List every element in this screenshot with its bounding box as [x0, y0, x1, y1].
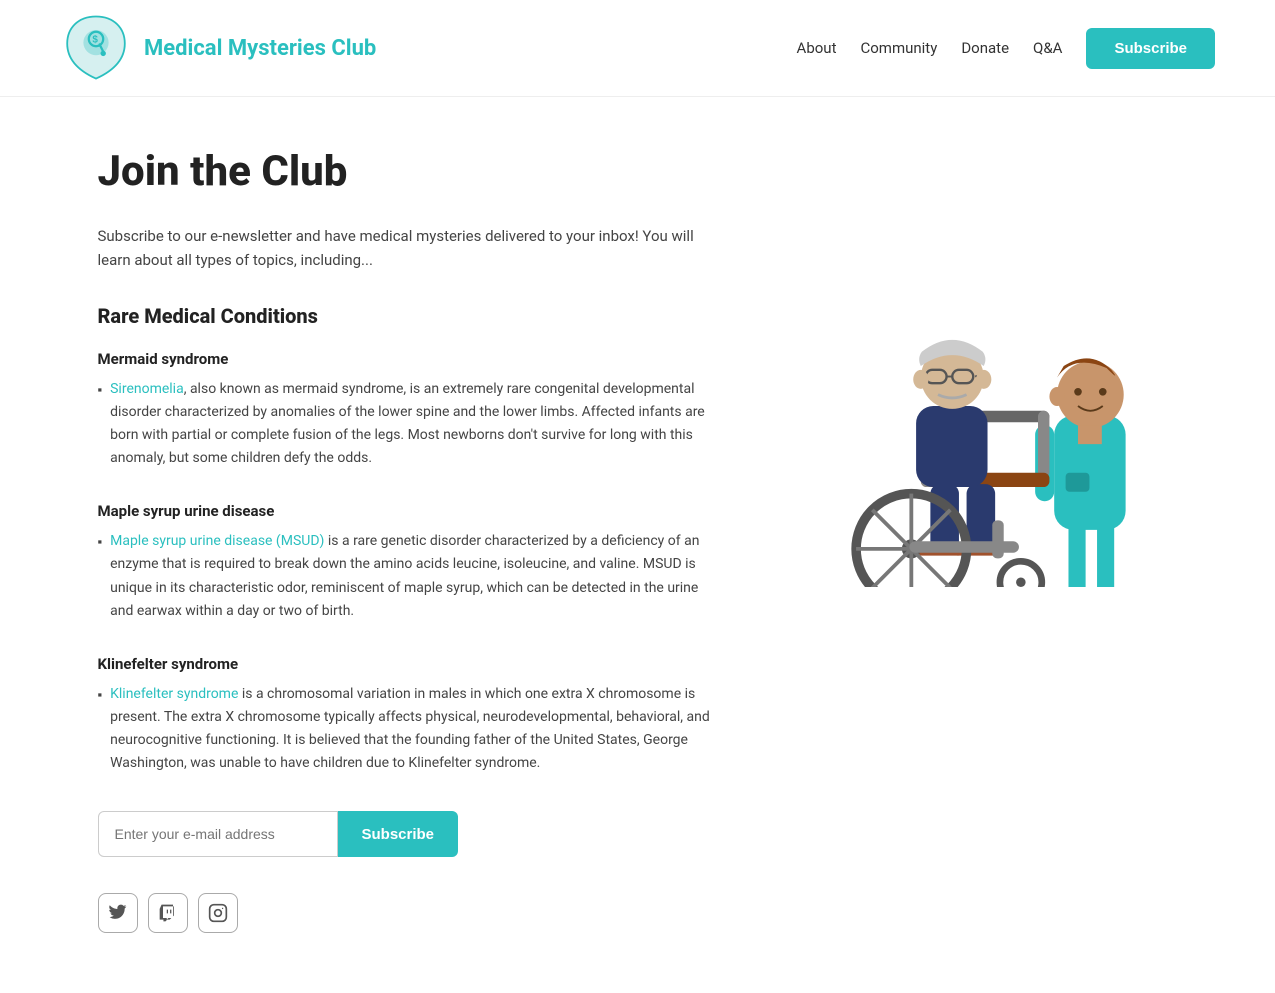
condition-block: Maple syrup urine disease▪Maple syrup ur… [98, 502, 718, 622]
condition-name: Maple syrup urine disease [98, 502, 718, 520]
svg-text:$: $ [92, 35, 98, 46]
bullet-icon: ▪ [98, 685, 103, 775]
nav-about[interactable]: About [797, 39, 837, 57]
twitter-icon [108, 903, 128, 923]
illustration-area [778, 147, 1178, 933]
twitter-button[interactable] [98, 893, 138, 933]
email-subscribe-button[interactable]: Subscribe [338, 811, 459, 857]
twitch-button[interactable] [148, 893, 188, 933]
instagram-button[interactable] [198, 893, 238, 933]
condition-link[interactable]: Klinefelter syndrome [110, 686, 238, 702]
condition-block: Mermaid syndrome ▪Sirenomelia, also known… [98, 350, 718, 470]
condition-name: Klinefelter syndrome [98, 655, 718, 673]
intro-text: Subscribe to our e-newsletter and have m… [98, 224, 718, 272]
bullet-icon: ▪ [98, 532, 103, 622]
section-heading: Rare Medical Conditions [98, 304, 718, 328]
email-input[interactable] [98, 811, 338, 857]
condition-name: Mermaid syndrome [98, 350, 718, 368]
logo-area: $ Medical Mysteries Club [60, 12, 376, 84]
nav-community[interactable]: Community [860, 39, 937, 57]
condition-item: ▪Klinefelter syndrome is a chromosomal v… [98, 683, 718, 775]
main-content: Join the Club Subscribe to our e-newslet… [98, 147, 718, 933]
illustration [778, 187, 1178, 587]
condition-item: ▪Maple syrup urine disease (MSUD) is a r… [98, 530, 718, 622]
nav-donate[interactable]: Donate [961, 39, 1009, 57]
social-icons [98, 893, 718, 933]
condition-text: Sirenomelia, also known as mermaid syndr… [110, 378, 717, 470]
condition-item: ▪Sirenomelia, also known as mermaid synd… [98, 378, 718, 470]
instagram-icon [208, 903, 228, 923]
site-title: Medical Mysteries Club [144, 36, 376, 61]
condition-link[interactable]: Sirenomelia [110, 381, 184, 397]
bullet-icon: ▪ [98, 380, 103, 470]
page-title: Join the Club [98, 147, 718, 196]
logo-icon: $ [60, 12, 132, 84]
condition-link[interactable]: Maple syrup urine disease (MSUD) [110, 533, 324, 549]
nav-subscribe-button[interactable]: Subscribe [1086, 28, 1215, 69]
condition-text: Maple syrup urine disease (MSUD) is a ra… [110, 530, 717, 622]
email-form: Subscribe [98, 811, 718, 857]
condition-block: Klinefelter syndrome▪Klinefelter syndrom… [98, 655, 718, 775]
main-nav: About Community Donate Q&A Subscribe [797, 28, 1215, 69]
twitch-icon [158, 903, 178, 923]
conditions-list: Mermaid syndrome▪Sirenomelia, also known… [98, 350, 718, 775]
condition-text: Klinefelter syndrome is a chromosomal va… [110, 683, 717, 775]
nav-qa[interactable]: Q&A [1033, 39, 1062, 57]
